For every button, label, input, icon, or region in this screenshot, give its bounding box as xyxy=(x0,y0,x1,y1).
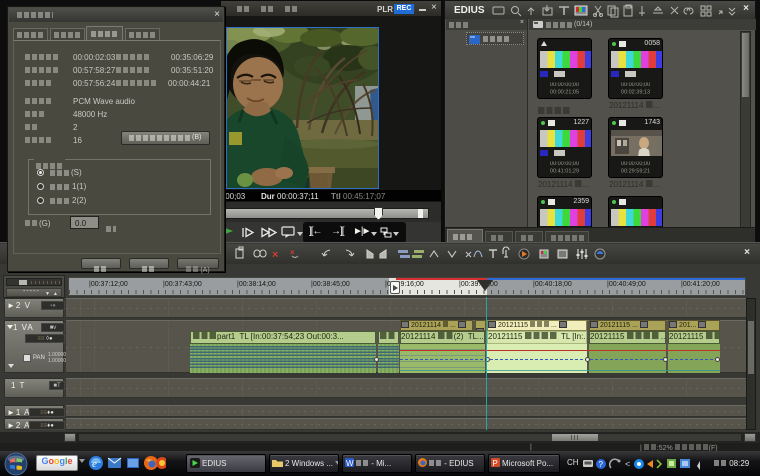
svg-text:<: < xyxy=(625,459,630,469)
svg-text:?: ? xyxy=(599,460,604,469)
svg-text:×: × xyxy=(290,248,295,257)
svg-text:×: × xyxy=(272,249,278,261)
svg-text:W: W xyxy=(346,459,354,467)
svg-text:e: e xyxy=(92,458,97,470)
svg-text:P: P xyxy=(493,459,498,467)
